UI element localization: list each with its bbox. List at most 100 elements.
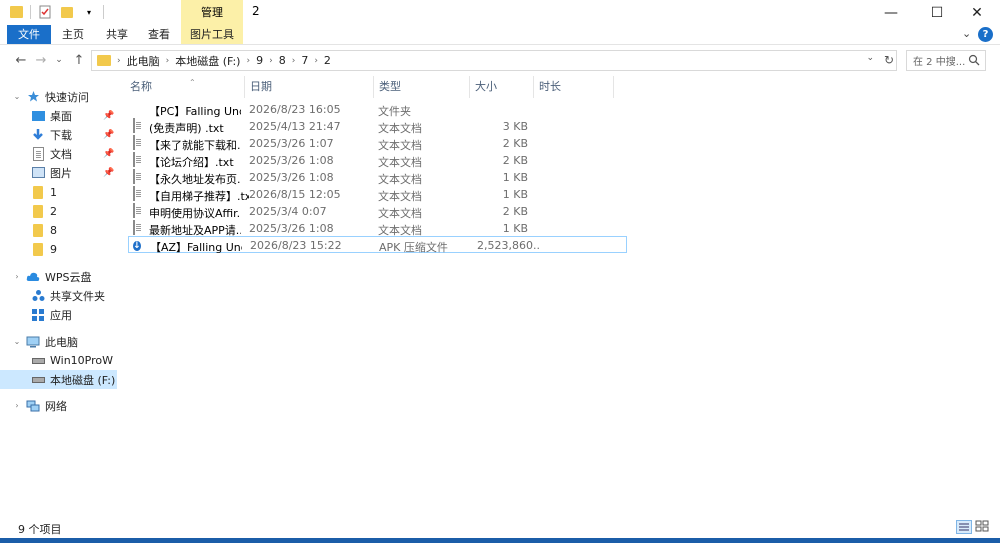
large-icons-view-button[interactable] [975,520,991,534]
file-row[interactable]: 【永久地址发布页... 2025/3/26 1:08 文本文档 1 KB [128,169,627,186]
item-count: 9 个项目 [18,523,62,536]
file-date: 2026/8/23 15:22 [250,239,342,252]
breadcrumb-drive-f[interactable]: 本地磁盘 (F:) [169,53,246,69]
nav-folder-1[interactable]: 1 [0,183,117,202]
column-header-name[interactable]: ⌃ 名称 [124,76,244,98]
refresh-button[interactable]: ↻ [881,50,897,71]
column-header-duration[interactable]: 时长 [533,76,613,98]
recent-locations-button[interactable]: ⌄ [50,51,68,69]
column-header-size[interactable]: 大小 [469,76,533,98]
search-input[interactable]: 在 2 中搜... [906,50,986,71]
tab-share[interactable]: 共享 [95,25,139,44]
text-file-icon [132,118,146,133]
close-button[interactable]: ✕ [954,0,1000,25]
nav-quick-access[interactable]: ⌄ 快速访问 [0,87,117,106]
file-date: 2025/3/4 0:07 [249,205,327,218]
file-row[interactable]: 【来了就能下载和... 2025/3/26 1:07 文本文档 2 KB [128,135,627,152]
back-button[interactable]: ← [12,51,30,69]
breadcrumb-9[interactable]: 9 [250,54,269,67]
file-date: 2026/8/23 16:05 [249,103,341,116]
customize-toolbar-icon[interactable]: ▾ [81,4,97,20]
address-history-dropdown[interactable]: ⌄ [866,53,874,63]
pin-icon[interactable]: 📌 [103,149,114,159]
breadcrumb-8[interactable]: 8 [273,54,292,67]
breadcrumb-2[interactable]: 2 [318,54,337,67]
column-header-type[interactable]: 类型 [373,76,469,98]
nav-label: 9 [50,243,57,256]
file-name: 【来了就能下载和... [149,139,241,152]
chevron-down-icon[interactable]: ⌄ [13,335,21,349]
chevron-down-icon[interactable]: ⌄ [13,90,21,104]
star-icon [26,90,40,104]
folder-icon[interactable] [8,4,24,20]
nav-wps-cloud[interactable]: › WPS云盘 [0,267,117,286]
file-type: 文本文档 [378,139,422,152]
file-date: 2025/3/26 1:07 [249,137,334,150]
pin-icon[interactable]: 📌 [103,168,114,178]
tab-file[interactable]: 文件 [7,25,51,44]
picture-tools-header: 管理 [181,0,243,25]
folder-icon [97,55,111,66]
pin-icon[interactable]: 📌 [103,130,114,140]
minimize-button[interactable]: — [868,0,914,25]
nav-drive-f[interactable]: 本地磁盘 (F:) [0,370,117,389]
nav-downloads[interactable]: 下载 📌 [0,125,117,144]
file-row[interactable]: (免责声明) .txt 2025/4/13 21:47 文本文档 3 KB [128,118,627,135]
file-row[interactable]: 【自用梯子推荐】.txt 2026/8/15 12:05 文本文档 1 KB [128,186,627,203]
file-name: (免责声明) .txt [149,122,224,135]
nav-this-pc[interactable]: ⌄ 此电脑 [0,332,117,351]
file-size: 2 KB [502,154,528,167]
file-row[interactable]: 【PC】Falling Und... 2026/8/23 16:05 文件夹 [128,101,627,118]
column-divider[interactable] [613,76,614,98]
details-view-button[interactable] [956,520,972,534]
folder-icon [31,243,45,257]
nav-apps[interactable]: 应用 [0,305,117,324]
breadcrumb-this-pc[interactable]: 此电脑 [121,53,166,69]
file-row[interactable]: 【论坛介绍】.txt 2025/3/26 1:08 文本文档 2 KB [128,152,627,169]
file-date: 2026/8/15 12:05 [249,188,341,201]
nav-pictures[interactable]: 图片 📌 [0,163,117,182]
file-name: 【永久地址发布页... [149,173,241,186]
apk-file-icon: ↓ [133,241,141,251]
file-type: 文本文档 [378,156,422,169]
forward-button[interactable]: → [32,51,50,69]
nav-folder-2[interactable]: 2 [0,202,117,221]
ribbon-tabs: 文件 主页 共享 查看 图片工具 ⌄ ? [0,25,1000,45]
nav-folder-9[interactable]: 9 [0,240,117,259]
folder-icon [132,102,146,116]
tab-view[interactable]: 查看 [137,25,181,44]
search-placeholder: 在 2 中搜... [913,57,966,68]
file-row[interactable]: 申明使用协议Affir... 2025/3/4 0:07 文本文档 2 KB [128,203,627,220]
chevron-right-icon[interactable]: › [13,399,21,413]
ribbon-expand-button[interactable]: ⌄ [962,27,971,40]
chevron-right-icon[interactable]: › [13,270,21,284]
taskbar-edge [0,538,1000,543]
file-row-selected[interactable]: ↓ 【AZ】Falling Und... 2026/8/23 15:22 APK… [128,236,627,254]
breadcrumb-7[interactable]: 7 [295,54,314,67]
tab-picture-tools[interactable]: 图片工具 [181,25,243,44]
pin-icon[interactable]: 📌 [103,111,114,121]
column-header-date[interactable]: 日期 [244,76,373,98]
file-date: 2025/3/26 1:08 [249,154,334,167]
nav-shared-folder[interactable]: 共享文件夹 [0,286,117,305]
tab-home[interactable]: 主页 [51,25,95,44]
network-icon [26,399,40,413]
properties-icon[interactable] [37,4,53,20]
drive-icon [31,354,45,368]
nav-documents[interactable]: 文档 📌 [0,144,117,163]
file-type: 文本文档 [378,173,422,186]
nav-network[interactable]: › 网络 [0,396,117,415]
nav-label: 桌面 [50,109,72,123]
status-bar: 9 个项目 [0,516,1000,538]
help-icon[interactable]: ? [978,27,993,42]
nav-folder-8[interactable]: 8 [0,221,117,240]
address-bar[interactable]: › 此电脑 › 本地磁盘 (F:) › 9 › 8 › 7 › 2 ⌄ [91,50,897,71]
new-folder-icon[interactable] [59,4,75,20]
nav-drive-win10[interactable]: Win10ProW X [0,351,124,370]
up-button[interactable]: ↑ [70,51,88,69]
nav-label: WPS云盘 [45,270,92,284]
file-size: 3 KB [502,120,528,133]
nav-desktop[interactable]: 桌面 📌 [0,106,117,125]
navigation-bar: ← → ⌄ ↑ › 此电脑 › 本地磁盘 (F:) › 9 › 8 › 7 › … [0,46,1000,74]
file-row[interactable]: 最新地址及APP请... 2025/3/26 1:08 文本文档 1 KB [128,220,627,237]
